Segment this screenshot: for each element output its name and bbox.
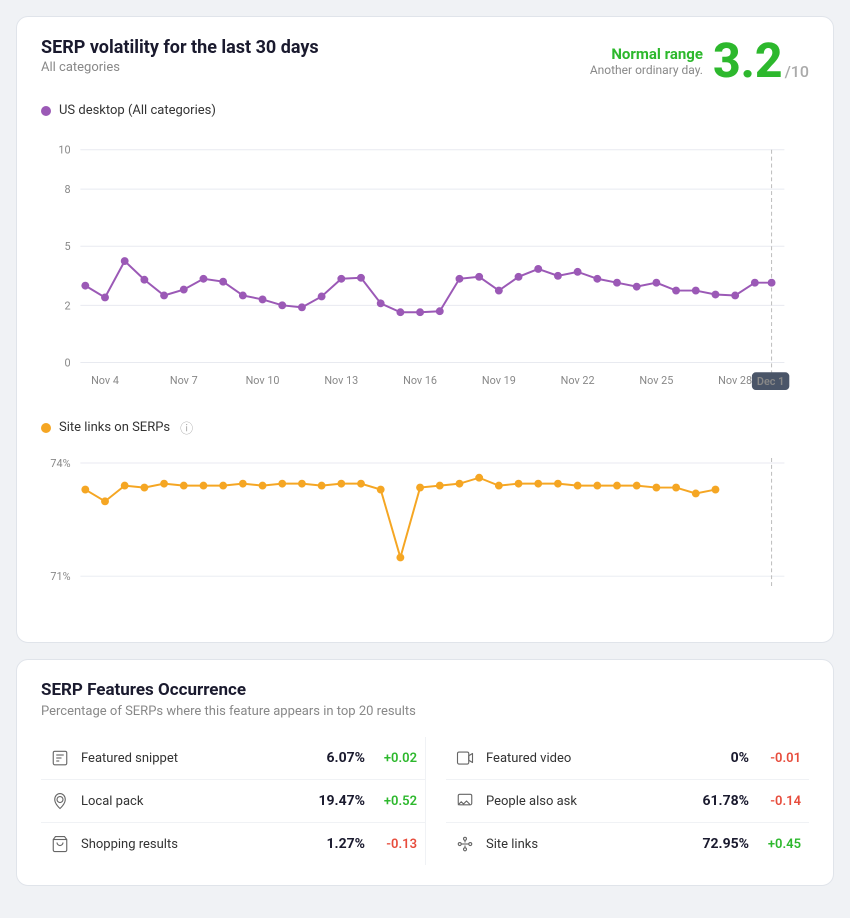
score-denom: /10 [785,62,809,81]
purple-legend-label: US desktop (All categories) [59,103,216,118]
svg-text:74%: 74% [50,457,70,470]
feature-change-sitelinks: +0.45 [759,837,801,852]
svg-text:10: 10 [58,144,70,157]
svg-text:Nov 16: Nov 16 [403,374,437,387]
purple-legend: US desktop (All categories) [41,103,809,118]
svg-text:Nov 28: Nov 28 [718,374,752,387]
svg-text:Nov 22: Nov 22 [561,374,595,387]
local-icon-svg [51,792,69,810]
svg-text:Nov 7: Nov 7 [170,374,198,387]
feature-name-people: People also ask [486,794,687,809]
svg-text:Nov 4: Nov 4 [91,374,119,387]
features-subtitle: Percentage of SERPs where this feature a… [41,704,809,719]
svg-text:0: 0 [64,356,70,369]
card-header: SERP volatility for the last 30 days All… [41,37,809,85]
range-label-block: Normal range Another ordinary day. [590,45,703,77]
normal-range-section: Normal range Another ordinary day. 3.2 /… [590,37,809,85]
feature-pct-video: 0% [697,750,749,766]
orange-chart-wrapper: 74% 71% [41,447,809,606]
orange-chart-svg: 74% 71% [41,447,809,602]
orange-legend-label: Site links on SERPs [59,420,170,435]
features-left-col: Featured snippet 6.07% +0.02 Local pack … [41,737,425,865]
feature-row-sitelinks: Site links 72.95% +0.45 [446,823,809,865]
svg-text:5: 5 [64,240,70,253]
feature-name-local: Local pack [81,794,303,809]
feature-pct-people: 61.78% [697,793,749,809]
svg-text:8: 8 [64,183,70,196]
features-grid: Featured snippet 6.07% +0.02 Local pack … [41,737,809,865]
video-icon-svg [456,749,474,767]
svg-text:71%: 71% [50,570,70,583]
shopping-icon [49,833,71,855]
snippet-icon-svg [51,749,69,767]
svg-text:Nov 13: Nov 13 [324,374,358,387]
info-icon[interactable]: ⓘ [180,418,193,437]
orange-dot [41,423,51,433]
range-sub: Another ordinary day. [590,63,703,77]
feature-name-sitelinks: Site links [486,837,687,852]
purple-chart-wrapper: 10 8 5 2 0 [41,128,809,402]
feature-pct-local: 19.47% [313,793,365,809]
svg-text:Nov 25: Nov 25 [639,374,673,387]
feature-change-local: +0.52 [375,794,417,809]
feature-row-snippet: Featured snippet 6.07% +0.02 [41,737,425,780]
sitelinks-icon [454,833,476,855]
svg-text:Nov 10: Nov 10 [246,374,280,387]
card-subtitle: All categories [41,60,319,75]
feature-row-people: People also ask 61.78% -0.14 [446,780,809,823]
feature-row-local: Local pack 19.47% +0.52 [41,780,425,823]
header-left: SERP volatility for the last 30 days All… [41,37,319,75]
svg-text:Dec 1: Dec 1 [757,375,784,388]
feature-change-shopping: -0.13 [375,837,417,852]
purple-chart-section: US desktop (All categories) 10 8 5 2 0 [41,103,809,402]
purple-dot [41,106,51,116]
feature-change-snippet: +0.02 [375,751,417,766]
feature-row-shopping: Shopping results 1.27% -0.13 [41,823,425,865]
local-icon [49,790,71,812]
svg-text:Nov 19: Nov 19 [482,374,516,387]
sitelinks-icon-svg [456,835,474,853]
feature-name-shopping: Shopping results [81,837,303,852]
shopping-icon-svg [51,835,69,853]
feature-name-video: Featured video [486,751,687,766]
feature-row-video: Featured video 0% -0.01 [446,737,809,780]
orange-legend: Site links on SERPs ⓘ [41,418,809,437]
purple-chart-svg: 10 8 5 2 0 [41,128,809,398]
feature-name-snippet: Featured snippet [81,751,303,766]
feature-change-people: -0.14 [759,794,801,809]
feature-change-video: -0.01 [759,751,801,766]
orange-chart-section: Site links on SERPs ⓘ 74% 71% [41,418,809,606]
feature-pct-sitelinks: 72.95% [697,836,749,852]
people-icon-svg [456,792,474,810]
card-title: SERP volatility for the last 30 days [41,37,319,58]
feature-pct-shopping: 1.27% [313,836,365,852]
people-icon [454,790,476,812]
snippet-icon [49,747,71,769]
video-icon [454,747,476,769]
feature-pct-snippet: 6.07% [313,750,365,766]
range-title: Normal range [611,45,703,63]
features-title: SERP Features Occurrence [41,680,809,700]
score-number: 3.2 [713,37,783,85]
score-display: 3.2 /10 [713,37,809,85]
volatility-card: SERP volatility for the last 30 days All… [16,16,834,643]
features-right-col: Featured video 0% -0.01 People also ask … [425,737,809,865]
features-card: SERP Features Occurrence Percentage of S… [16,659,834,886]
svg-text:2: 2 [64,299,70,312]
